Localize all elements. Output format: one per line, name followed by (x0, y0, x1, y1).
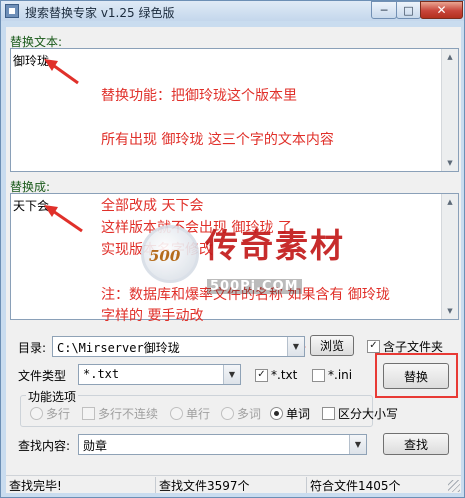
radio-single-line-label: 单行 (186, 406, 211, 421)
include-subfolders-label: 含子文件夹 (383, 339, 444, 354)
watermark-number: 500 (149, 247, 181, 265)
radio-dot-icon (270, 406, 283, 420)
radio-single-word-label: 单词 (286, 406, 311, 421)
search-value: 勋章 (83, 439, 108, 453)
scroll-up-icon[interactable]: ▲ (442, 194, 458, 210)
txt-checkbox[interactable]: ✓ *.txt (255, 367, 297, 383)
file-type-select[interactable]: *.txt ▼ (78, 364, 241, 385)
checkbox-box (82, 406, 95, 420)
window-title: 搜索替换专家 v1.25 绿色版 (25, 6, 175, 20)
checkbox-multiline-noncontiguous-label: 多行不连续 (98, 406, 159, 421)
replace-text-scrollbar[interactable]: ▲ ▼ (441, 49, 458, 171)
checkbox-box (322, 406, 335, 420)
case-sensitive-label: 区分大小写 (338, 406, 399, 421)
browse-button[interactable]: 浏览 (310, 335, 354, 356)
directory-value: C:\Mirserver御玲珑 (57, 341, 180, 355)
client-area: 替换文本: 御玲珑 ▲ ▼ 替换成: 天下会 ▲ ▼ 替换功能：把御玲珑这个版本… (6, 27, 461, 493)
chevron-down-icon[interactable]: ▼ (349, 435, 366, 454)
maximize-button[interactable]: □ (396, 1, 421, 19)
case-sensitive-checkbox[interactable]: 区分大小写 (322, 405, 398, 421)
chevron-down-icon[interactable]: ▼ (223, 365, 240, 384)
file-type-label: 文件类型 (18, 369, 67, 383)
scroll-up-icon[interactable]: ▲ (442, 49, 458, 65)
scroll-down-icon[interactable]: ▼ (442, 155, 458, 171)
highlight-box (375, 353, 458, 398)
include-subfolders-checkbox[interactable]: ✓ 含子文件夹 (367, 338, 443, 354)
ini-checkbox[interactable]: *.ini (312, 367, 352, 383)
watermark-chars: 传奇素材 (205, 226, 345, 265)
directory-label: 目录: (18, 341, 47, 355)
radio-multiline[interactable]: 多行 (30, 405, 70, 421)
minimize-button[interactable]: ─ (371, 1, 397, 19)
resize-grip-icon[interactable] (448, 480, 460, 492)
search-label: 查找内容: (18, 439, 71, 453)
radio-single-word[interactable]: 单词 (270, 405, 310, 421)
close-button[interactable]: ✕ (420, 1, 463, 19)
search-button[interactable]: 查找 (383, 433, 449, 455)
annotation-arrow-icon (44, 205, 83, 233)
checkmark-icon: ✓ (367, 339, 380, 353)
radio-dot-icon (170, 406, 183, 420)
ini-checkbox-label: *.ini (328, 368, 353, 382)
radio-multi-word[interactable]: 多词 (221, 405, 261, 421)
directory-input[interactable]: C:\Mirserver御玲珑 ▼ (52, 336, 305, 357)
search-input[interactable]: 勋章 ▼ (78, 434, 367, 455)
options-group-title: 功能选项 (26, 388, 79, 405)
radio-dot-icon (30, 406, 43, 420)
status-files-found: 查找文件3597个 (156, 477, 307, 493)
title-bar[interactable]: 搜索替换专家 v1.25 绿色版 ─ □ ✕ (1, 1, 464, 21)
status-bar: 查找完毕! 查找文件3597个 符合文件1405个 (6, 475, 461, 493)
replace-with-scrollbar[interactable]: ▲ ▼ (441, 194, 458, 319)
radio-multiline-label: 多行 (46, 406, 71, 421)
app-icon (5, 4, 19, 18)
chevron-down-icon[interactable]: ▼ (287, 337, 304, 356)
status-state: 查找完毕! (6, 477, 156, 493)
watermark-url: 500Pi.COM (207, 279, 302, 294)
annotation-line-1: 替换功能：把御玲珑这个版本里 (101, 88, 297, 104)
radio-dot-icon (221, 406, 234, 420)
txt-checkbox-label: *.txt (271, 368, 298, 382)
annotation-arrow-icon (44, 59, 79, 85)
checkmark-icon: ✓ (255, 368, 268, 382)
checkbox-multiline-noncontiguous[interactable]: 多行不连续 (82, 405, 158, 421)
watermark-logo: 500 传奇素材 500Pi.COM (141, 207, 371, 317)
scroll-down-icon[interactable]: ▼ (442, 303, 458, 319)
radio-multi-word-label: 多词 (237, 406, 262, 421)
app-window: 搜索替换专家 v1.25 绿色版 ─ □ ✕ 替换文本: 御玲珑 ▲ ▼ 替换成… (0, 0, 465, 498)
status-files-matched: 符合文件1405个 (310, 479, 401, 493)
radio-single-line[interactable]: 单行 (170, 405, 210, 421)
file-type-value: *.txt (83, 367, 120, 381)
annotation-line-2: 所有出现 御玲珑 这三个字的文本内容 (101, 132, 334, 148)
ini-checkbox-box (312, 368, 325, 382)
